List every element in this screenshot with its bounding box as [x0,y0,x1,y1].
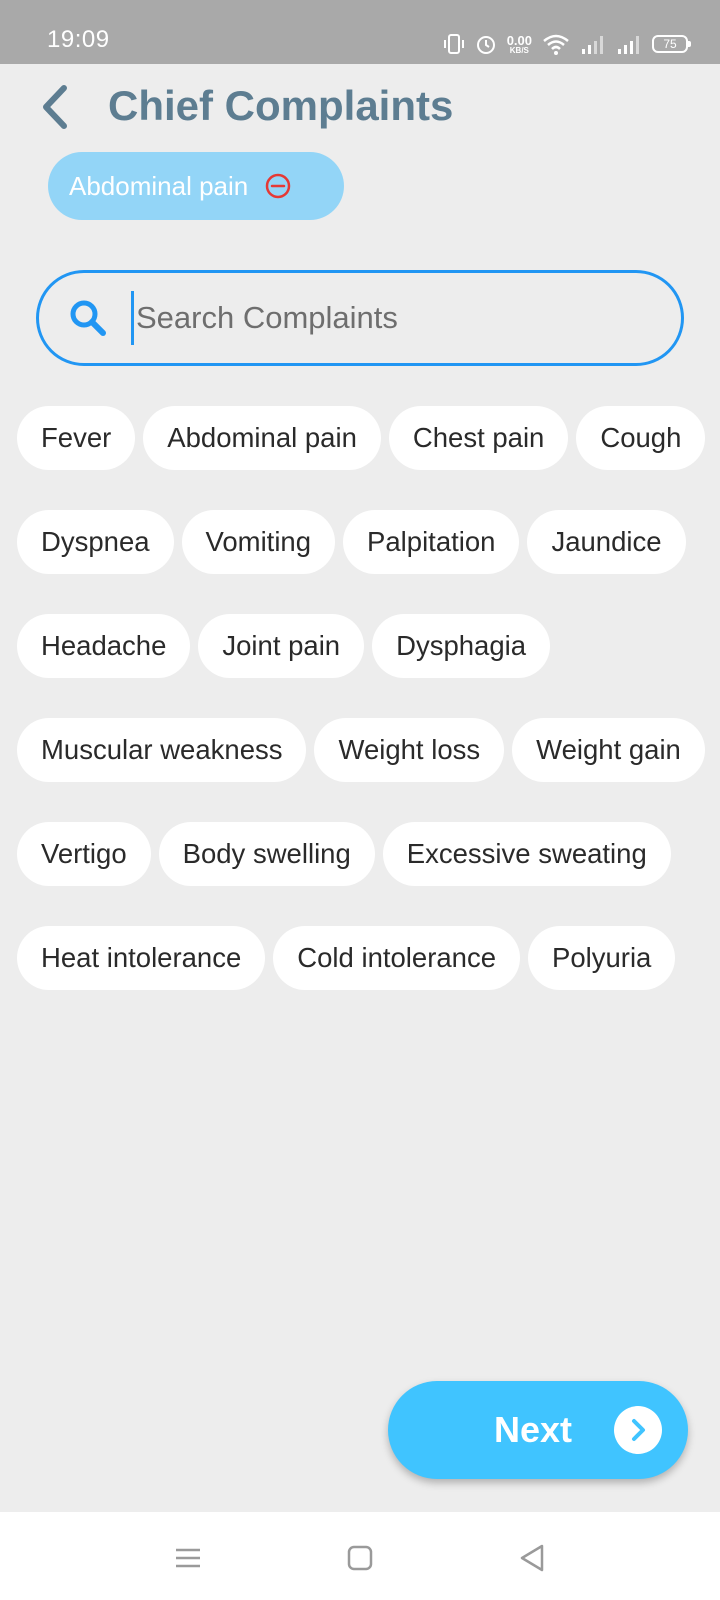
complaint-chip[interactable]: Abdominal pain [143,406,381,470]
search-input[interactable] [131,291,651,345]
complaint-chip[interactable]: Polyuria [528,926,676,990]
complaint-chip[interactable]: Fever [17,406,136,470]
complaint-chip[interactable]: Dyspnea [17,510,174,574]
status-time: 19:09 [47,26,110,53]
complaint-chip[interactable]: Chest pain [388,406,569,470]
vibrate-icon [443,34,464,54]
complaint-chip[interactable]: Dysphagia [372,614,551,678]
battery-icon: 75 [652,35,691,53]
back-icon[interactable] [516,1542,548,1574]
home-icon[interactable] [344,1542,376,1574]
next-button-label: Next [494,1409,573,1450]
net-speed-unit: KB/S [509,45,529,55]
header: Chief Complaints [0,64,720,146]
complaint-chip[interactable]: Headache [17,614,191,678]
page-title: Chief Complaints [108,82,454,129]
search-box [36,270,684,366]
battery-level: 75 [663,37,677,51]
chevron-left-icon [43,85,67,129]
complaint-chip[interactable]: Vertigo [17,822,151,886]
wifi-icon [543,34,569,55]
complaint-chip[interactable]: Cough [576,406,706,470]
alarm-icon [476,36,495,54]
complaint-chip[interactable]: Joint pain [198,614,365,678]
net-speed: 0.00 KB/S [507,34,532,55]
signal-icon [618,36,639,54]
menu-icon[interactable] [172,1542,204,1574]
next-button[interactable]: Next [388,1381,688,1479]
signal-icon [582,36,603,54]
complaint-chip[interactable]: Excessive sweating [382,822,671,886]
complaint-chip[interactable]: Vomiting [181,510,336,574]
chevron-right-icon [614,1406,662,1454]
status-icons: 0.00 KB/S 75 [443,30,691,58]
minus-circle-icon[interactable] [264,172,292,200]
complaint-chip-list: Fever Abdominal pain Chest pain Cough Dyspne… [17,406,717,990]
complaint-chip[interactable]: Cold intolerance [273,926,520,990]
complaint-chip[interactable]: Muscular weakness [17,718,307,782]
selected-chip: Abdominal pain [48,152,344,220]
complaint-chip[interactable]: Body swelling [158,822,375,886]
complaint-chip[interactable]: Weight loss [314,718,505,782]
status-bar: 19:09 0.00 KB/S 75 [0,0,720,64]
back-button[interactable] [36,82,76,132]
complaint-chip[interactable]: Heat intolerance [17,926,266,990]
system-nav-bar [0,1512,720,1600]
complaint-chip[interactable]: Weight gain [512,718,705,782]
net-speed-value: 0.00 [506,32,532,48]
complaint-chip[interactable]: Palpitation [343,510,520,574]
selected-chip-label: Abdominal pain [69,170,249,201]
search-icon [70,300,106,336]
complaint-chip[interactable]: Jaundice [527,510,686,574]
